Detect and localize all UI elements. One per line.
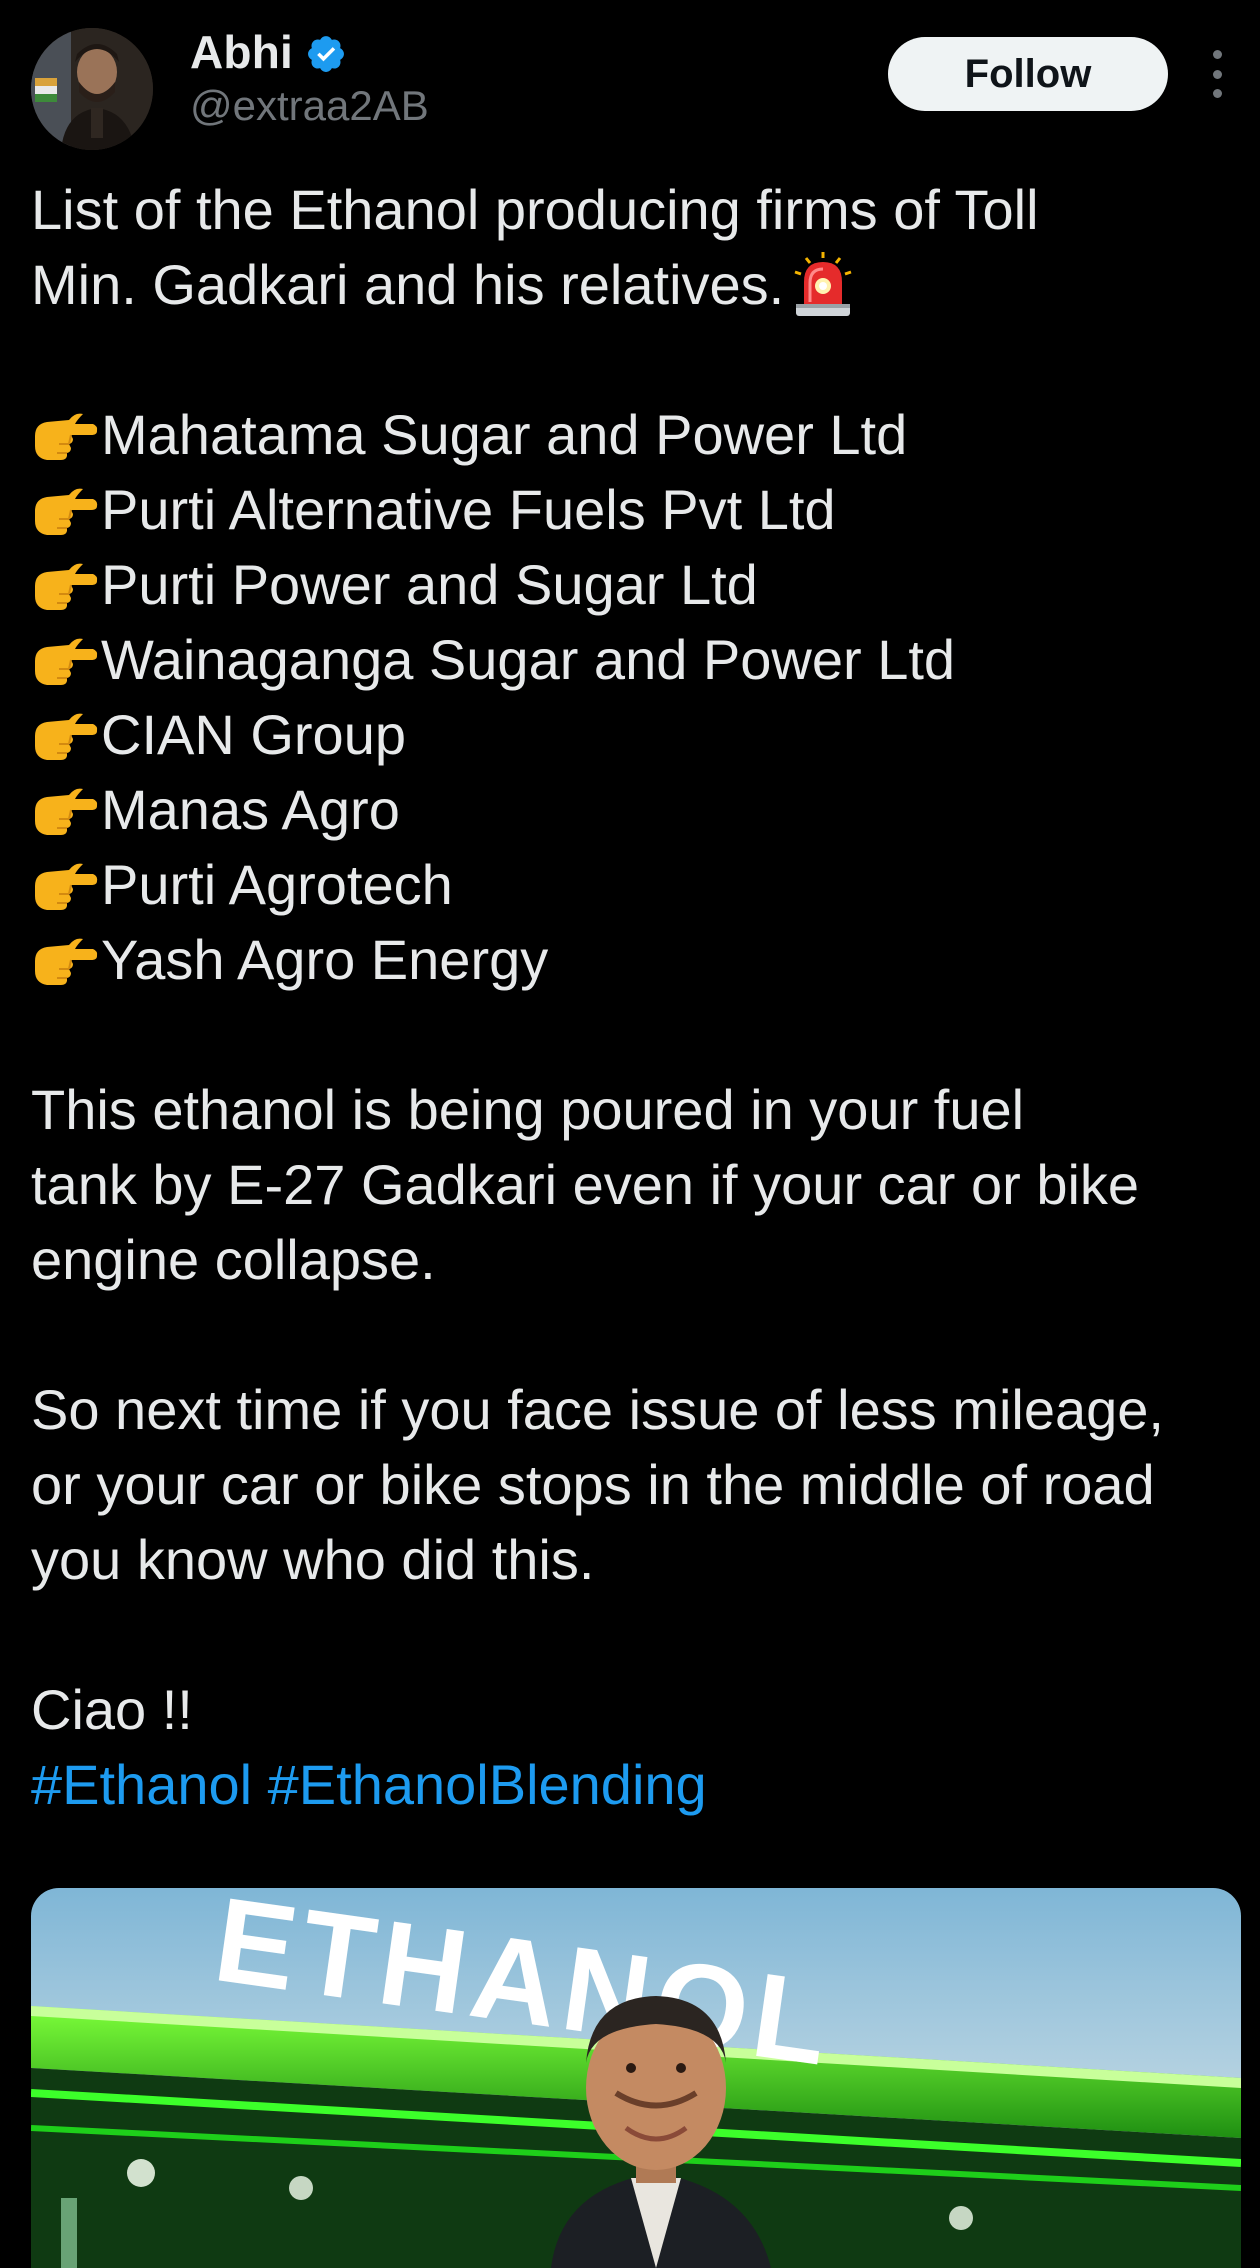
pointing-right-icon xyxy=(35,713,98,760)
hashtag-link[interactable]: #Ethanol xyxy=(31,1753,252,1816)
firm-name: Purti Agrotech xyxy=(101,853,453,916)
tweet-media-image[interactable]: ETHANOL xyxy=(31,1888,1241,2268)
firm-list-item: Purti Agrotech xyxy=(31,847,1241,922)
author-avatar[interactable] xyxy=(31,28,153,150)
hashtag-link[interactable]: #EthanolBlending xyxy=(268,1753,707,1816)
pointing-right-icon xyxy=(35,563,98,610)
firm-list-item: Manas Agro xyxy=(31,772,1241,847)
tweet-paragraph-line: or your car or bike stops in the middle … xyxy=(31,1453,1155,1516)
tweet-signoff: Ciao !! xyxy=(31,1678,193,1741)
firm-name: Purti Alternative Fuels Pvt Ltd xyxy=(101,478,836,541)
tweet-paragraph-line: engine collapse. xyxy=(31,1228,436,1291)
firm-name: CIAN Group xyxy=(101,703,406,766)
firm-list-item: Yash Agro Energy xyxy=(31,922,1241,997)
firm-list-item: CIAN Group xyxy=(31,697,1241,772)
more-vertical-icon xyxy=(1212,50,1222,59)
firm-list-item: Purti Power and Sugar Ltd xyxy=(31,547,1241,622)
media-photo: ETHANOL xyxy=(31,1888,1241,2268)
author-handle[interactable]: @extraa2AB xyxy=(190,82,429,130)
pointing-right-icon xyxy=(35,488,98,535)
firm-name: Yash Agro Energy xyxy=(101,928,549,991)
firm-name: Manas Agro xyxy=(101,778,400,841)
tweet-text-segment: Min. Gadkari and his relatives. xyxy=(31,253,785,316)
follow-button[interactable]: Follow xyxy=(888,37,1168,111)
firm-name: Mahatama Sugar and Power Ltd xyxy=(101,403,908,466)
tweet-paragraph-line: tank by E-27 Gadkari even if your car or… xyxy=(31,1153,1140,1216)
tweet-intro-line: List of the Ethanol producing firms of T… xyxy=(31,172,1241,247)
pointing-right-icon xyxy=(35,938,98,985)
tweet-body: List of the Ethanol producing firms of T… xyxy=(31,172,1241,1822)
tweet-header: Abhi @extraa2AB Follow xyxy=(0,0,1260,160)
more-vertical-icon xyxy=(1212,69,1222,79)
firm-name: Wainaganga Sugar and Power Ltd xyxy=(101,628,956,691)
tweet-text-segment: List of the Ethanol producing firms of T… xyxy=(31,178,1039,241)
verified-badge-icon xyxy=(308,36,344,72)
pointing-right-icon xyxy=(35,788,98,835)
firm-list-item: Mahatama Sugar and Power Ltd xyxy=(31,397,1241,472)
police-siren-icon xyxy=(794,252,852,316)
tweet-paragraph-line: So next time if you face issue of less m… xyxy=(31,1378,1164,1441)
tweet-paragraph-line: you know who did this. xyxy=(31,1528,595,1591)
firm-name: Purti Power and Sugar Ltd xyxy=(101,553,758,616)
pointing-right-icon xyxy=(35,638,98,685)
author-display-name[interactable]: Abhi xyxy=(190,25,293,79)
firm-list-item: Wainaganga Sugar and Power Ltd xyxy=(31,622,1241,697)
firm-list-item: Purti Alternative Fuels Pvt Ltd xyxy=(31,472,1241,547)
author-name-row: Abhi xyxy=(190,22,347,82)
pointing-right-icon xyxy=(35,413,98,460)
more-vertical-icon xyxy=(1212,89,1222,98)
tweet-intro-line: Min. Gadkari and his relatives. xyxy=(31,247,1241,322)
pointing-right-icon xyxy=(35,863,98,910)
tweet-paragraph-line: This ethanol is being poured in your fue… xyxy=(31,1078,1025,1141)
profile-photo-icon xyxy=(31,28,153,150)
more-options-button[interactable] xyxy=(1200,50,1234,98)
hashtag-line: #Ethanol #EthanolBlending xyxy=(31,1747,1241,1822)
